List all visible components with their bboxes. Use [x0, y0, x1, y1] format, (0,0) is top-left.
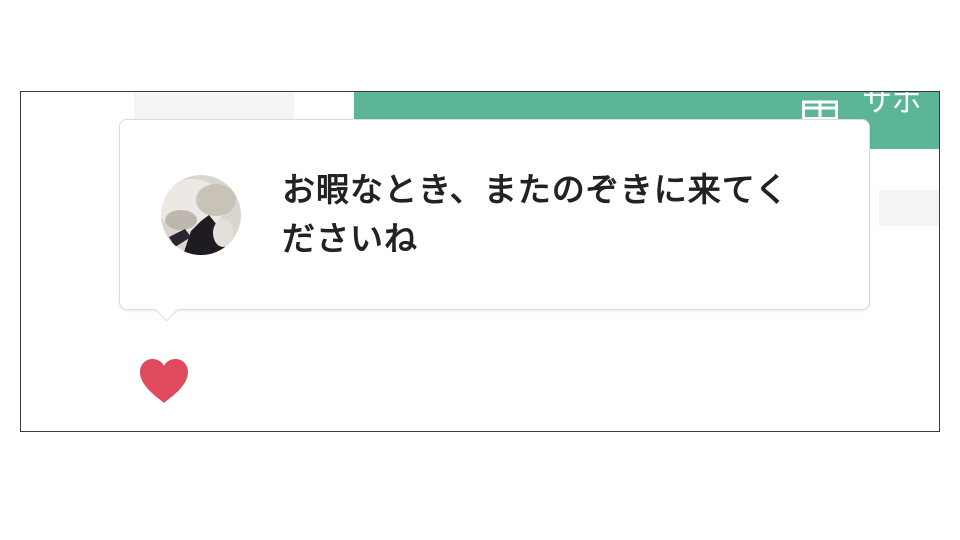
heart-icon[interactable] — [138, 357, 190, 405]
message-line-2: ださいね — [282, 219, 418, 258]
message-tooltip: お暇なとき、またのぞきに来てく ださいね — [119, 119, 870, 322]
background-strip — [879, 190, 939, 226]
message-line-1: お暇なとき、またのぞきに来てく — [282, 170, 789, 209]
gift-icon — [802, 100, 838, 120]
support-button-label: サポ — [862, 91, 922, 119]
screenshot-frame: サポ お暇なとき、またのぞきに来てく ださいね — [20, 91, 940, 432]
tooltip-pointer — [154, 297, 179, 322]
avatar-photo — [161, 175, 241, 255]
avatar[interactable] — [161, 175, 241, 255]
message-text: お暇なとき、またのぞきに来てく ださいね — [282, 165, 842, 263]
background-tab — [134, 92, 294, 120]
